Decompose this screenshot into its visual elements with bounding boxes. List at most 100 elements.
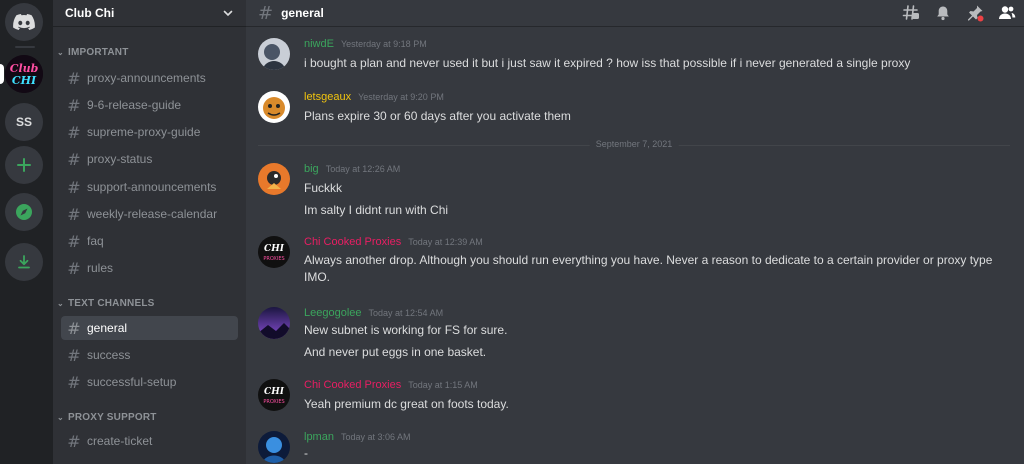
- channel-label: success: [87, 348, 131, 362]
- message-timestamp: Yesterday at 9:20 PM: [358, 92, 444, 102]
- threads-button[interactable]: [902, 4, 920, 22]
- avatar[interactable]: [258, 431, 290, 463]
- category-label: TEXT CHANNELS: [68, 298, 155, 309]
- category-label: IMPORTANT: [68, 47, 129, 58]
- hashtag-icon: #: [67, 258, 81, 278]
- pinned-messages-button[interactable]: [966, 4, 984, 22]
- category-text-channels[interactable]: ⌄ TEXT CHANNELS: [57, 298, 155, 309]
- svg-text:CHI: CHI: [12, 74, 37, 87]
- explore-icon: [16, 204, 32, 220]
- hashtag-icon: #: [67, 149, 81, 169]
- message-author[interactable]: niwdE: [304, 38, 334, 50]
- message-timestamp: Today at 1:15 AM: [408, 380, 478, 390]
- message-timestamp: Today at 3:06 AM: [340, 432, 411, 442]
- channel-label: successful-setup: [87, 375, 177, 389]
- hashtag-icon: #: [67, 204, 81, 224]
- hashtag-icon: #: [67, 345, 81, 365]
- avatar[interactable]: [258, 91, 290, 123]
- notification-settings-button[interactable]: [934, 4, 952, 22]
- message-author[interactable]: Leegogolee: [304, 307, 362, 319]
- message-author[interactable]: Chi Cooked Proxies: [304, 379, 401, 391]
- header-toolbar: [902, 4, 1016, 22]
- message-text: Fuckkk: [304, 181, 343, 195]
- chevron-down-icon: ⌄: [57, 48, 64, 57]
- channel-label: general: [87, 321, 128, 335]
- channel-label: supreme-proxy-guide: [87, 125, 201, 139]
- message-timestamp: Today at 12:39 AM: [408, 237, 483, 247]
- channel-general[interactable]: # general: [61, 316, 238, 340]
- channel-supreme-proxy-guide[interactable]: # supreme-proxy-guide: [61, 120, 238, 144]
- server-club-chi[interactable]: Club CHI: [5, 55, 43, 93]
- avatar[interactable]: [258, 307, 290, 339]
- message-author[interactable]: lpman: [304, 431, 334, 443]
- threads-icon: [902, 5, 919, 20]
- chevron-down-icon: ⌄: [57, 299, 64, 308]
- channel-9-6-release-guide[interactable]: # 9-6-release-guide: [61, 93, 238, 117]
- hashtag-icon: #: [67, 431, 81, 451]
- message-author[interactable]: Chi Cooked Proxies: [304, 236, 401, 248]
- channel-proxy-announcements[interactable]: # proxy-announcements: [61, 66, 238, 90]
- channel-proxy-status[interactable]: # proxy-status: [61, 147, 238, 171]
- channel-sidebar: Club Chi ⌄ IMPORTANT # proxy-announcemen…: [53, 0, 246, 464]
- server-ss[interactable]: SS: [5, 103, 43, 141]
- hashtag-icon: #: [258, 2, 274, 24]
- message-text: i bought a plan and never used it but i …: [304, 56, 911, 70]
- message-author[interactable]: letsgeaux: [304, 91, 351, 103]
- add-server-button[interactable]: [5, 146, 43, 184]
- members-icon: [999, 6, 1016, 19]
- date-divider-label: September 7, 2021: [589, 139, 679, 149]
- channel-success[interactable]: # success: [61, 343, 238, 367]
- club-chi-server-icon: Club CHI: [5, 55, 43, 93]
- chat-area: # general niwdE Yesterday at 9:18 PM i b…: [246, 0, 1024, 464]
- channel-label: support-announcements: [87, 180, 217, 194]
- server-ss-initials: SS: [15, 115, 32, 129]
- hashtag-icon: #: [67, 95, 81, 115]
- member-list-button[interactable]: [998, 4, 1016, 22]
- channel-rules[interactable]: # rules: [61, 256, 238, 280]
- channel-label: faq: [87, 234, 104, 248]
- message-author[interactable]: big: [304, 163, 319, 175]
- hashtag-icon: #: [67, 177, 81, 197]
- svg-text:CHI: CHI: [264, 244, 285, 254]
- discord-home-button[interactable]: [5, 3, 43, 41]
- svg-text:PROXIES: PROXIES: [263, 256, 284, 262]
- chevron-down-icon: [223, 10, 233, 17]
- category-important[interactable]: ⌄ IMPORTANT: [57, 47, 129, 58]
- avatar[interactable]: [258, 38, 290, 70]
- channel-support-announcements[interactable]: # support-announcements: [61, 175, 238, 199]
- channel-create-ticket[interactable]: # create-ticket: [61, 429, 238, 453]
- bell-icon: [937, 6, 949, 21]
- date-divider: September 7, 2021: [258, 139, 1010, 149]
- svg-text:PROXIES: PROXIES: [263, 399, 284, 405]
- server-header[interactable]: Club Chi: [53, 0, 246, 27]
- explore-servers-button[interactable]: [5, 193, 43, 231]
- server-name: Club Chi: [65, 6, 115, 20]
- pin-icon: [968, 5, 984, 22]
- channel-successful-setup[interactable]: # successful-setup: [61, 370, 238, 394]
- svg-text:CHI: CHI: [264, 387, 285, 397]
- download-icon: [18, 255, 30, 269]
- message-text: And never put eggs in one basket.: [304, 345, 487, 359]
- channel-weekly-release-calendar[interactable]: # weekly-release-calendar: [61, 202, 238, 226]
- channel-faq[interactable]: # faq: [61, 229, 238, 253]
- message-timestamp: Yesterday at 9:18 PM: [340, 39, 427, 49]
- hashtag-icon: #: [67, 372, 81, 392]
- download-apps-button[interactable]: [5, 243, 43, 281]
- message-text: -: [304, 446, 308, 460]
- channel-label: proxy-announcements: [87, 71, 206, 85]
- category-label: PROXY SUPPORT: [68, 412, 157, 423]
- message-text: Im salty I didnt run with Chi: [304, 203, 449, 217]
- avatar[interactable]: CHI PROXIES: [258, 236, 290, 268]
- avatar[interactable]: [258, 163, 290, 195]
- rail-separator: [15, 46, 35, 48]
- message-timestamp: Today at 12:26 AM: [325, 164, 401, 174]
- category-proxy-support[interactable]: ⌄ PROXY SUPPORT: [57, 412, 157, 423]
- chevron-down-icon: ⌄: [57, 413, 64, 422]
- avatar[interactable]: CHI PROXIES: [258, 379, 290, 411]
- message-text: New subnet is working for FS for sure.: [304, 323, 508, 337]
- hashtag-icon: #: [67, 68, 81, 88]
- message-text: Always another drop. Although you should…: [304, 253, 993, 284]
- hashtag-icon: #: [67, 231, 81, 251]
- message-text: Plans expire 30 or 60 days after you act…: [304, 109, 571, 123]
- message-text: Yeah premium dc great on foots today.: [304, 397, 509, 411]
